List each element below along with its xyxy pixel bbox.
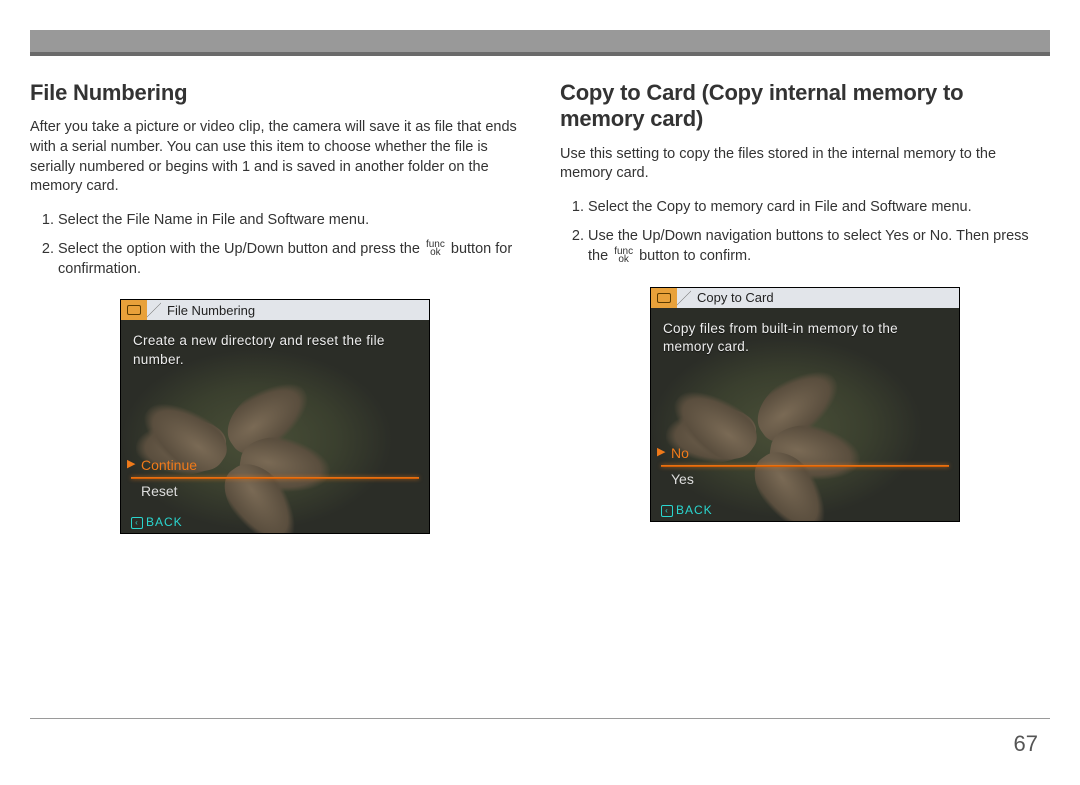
manual-page: File Numbering After you take a picture … [0, 0, 1080, 785]
back-arrow-icon: ‹ [661, 505, 673, 517]
step-item: Use the Up/Down navigation buttons to se… [588, 227, 1050, 266]
footer-rule [30, 718, 1050, 719]
section-heading: File Numbering [30, 80, 520, 106]
step-item: Select the File Name in File and Softwar… [58, 211, 520, 231]
sdcard-icon [651, 288, 677, 308]
lcd-tabbar: Copy to Card [651, 288, 959, 308]
lcd-description: Copy files from built-in memory to the m… [663, 320, 947, 356]
lcd-options: Continue Reset [121, 455, 429, 501]
lcd-option-selected[interactable]: Continue [121, 455, 429, 475]
lcd-back-button[interactable]: ‹BACK [661, 503, 713, 517]
lcd-option[interactable]: Yes [651, 469, 959, 489]
camera-screen-file-numbering: File Numbering Create a new directory an… [120, 299, 430, 534]
header-bar [30, 30, 1050, 56]
func-ok-icon: funcok [614, 248, 633, 265]
lcd-option-selected[interactable]: No [651, 443, 959, 463]
lcd-tab-label: File Numbering [161, 303, 255, 318]
two-column-layout: File Numbering After you take a picture … [30, 80, 1050, 534]
step-item: Select the option with the Up/Down butto… [58, 240, 520, 279]
camera-screen-copy-to-card: Copy to Card Copy files from built-in me… [650, 287, 960, 522]
steps-list: Select the Copy to memory card in File a… [560, 198, 1050, 267]
lcd-description: Create a new directory and reset the fil… [133, 332, 417, 368]
page-number: 67 [1014, 731, 1038, 757]
func-ok-icon: funcok [426, 241, 445, 258]
lcd-tab-label: Copy to Card [691, 290, 774, 305]
steps-list: Select the File Name in File and Softwar… [30, 211, 520, 280]
lcd-options: No Yes [651, 443, 959, 489]
right-column: Copy to Card (Copy internal memory to me… [560, 80, 1050, 534]
lcd-divider [661, 465, 949, 467]
section-lead: Use this setting to copy the files store… [560, 145, 1050, 184]
tab-separator-icon [147, 300, 161, 320]
lcd-back-button[interactable]: ‹BACK [131, 515, 183, 529]
section-lead: After you take a picture or video clip, … [30, 118, 520, 196]
lcd-divider [131, 477, 419, 479]
step-item: Select the Copy to memory card in File a… [588, 198, 1050, 218]
left-column: File Numbering After you take a picture … [30, 80, 520, 534]
lcd-tabbar: File Numbering [121, 300, 429, 320]
section-heading: Copy to Card (Copy internal memory to me… [560, 80, 1050, 133]
tab-separator-icon [677, 288, 691, 308]
lcd-option[interactable]: Reset [121, 481, 429, 501]
sdcard-icon [121, 300, 147, 320]
back-arrow-icon: ‹ [131, 517, 143, 529]
